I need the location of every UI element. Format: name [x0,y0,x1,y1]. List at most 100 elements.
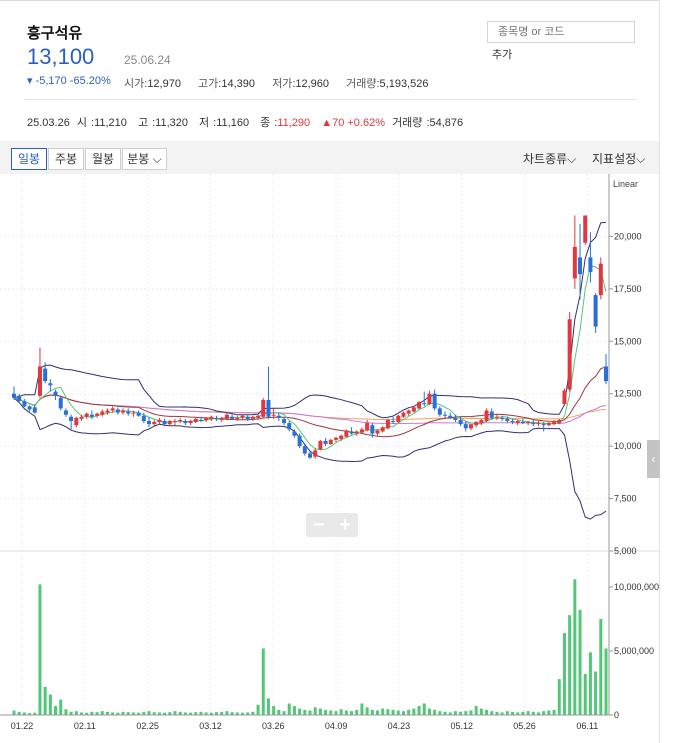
volume-bar [438,711,442,715]
volume-bar [479,708,483,715]
volume-bar [427,708,431,715]
candle-body [396,415,401,423]
candles [12,215,608,459]
ma20-line [13,366,607,438]
candle-body [505,418,510,421]
volume-bar [282,711,286,715]
candle-body [588,257,593,273]
x-tick-label: 04.23 [388,721,411,731]
volume-value: 5,193,526 [379,78,429,90]
volume-bar [308,710,312,715]
candle-body [536,423,541,425]
volume-bar [453,711,457,715]
daily-low-label: 저 [199,117,210,129]
candle-body [297,435,302,447]
candle-body [515,420,520,424]
candle-body [458,419,463,425]
candle-body [401,412,406,417]
candle-body [178,419,183,421]
candle-body [359,429,364,433]
volume-bar [386,709,390,715]
candle-body [572,246,577,279]
zoom-in-icon[interactable]: + [332,513,358,537]
price-change: ▾ -5,170 -65.20% [27,75,111,87]
candle-body [598,263,603,296]
candle-body [427,393,432,405]
candle-body [489,411,494,418]
candle-body [463,424,468,429]
side-panel-toggle-icon[interactable]: ‹ [647,440,660,478]
volume-bar [64,709,68,715]
volume-bar [547,710,551,715]
candle-body [557,419,562,424]
candle-body [494,416,499,418]
high-value: 14,390 [221,78,255,90]
volume-bar [542,711,546,715]
candle-body [339,435,344,439]
y-tick-label: 17,500 [614,284,642,294]
candle-body [443,414,448,416]
volume-bar [225,711,229,715]
candle-body [74,417,79,426]
candle-body [323,440,328,445]
stock-search-input[interactable] [487,21,635,43]
open-label: 시가 [124,78,145,90]
tab-weekly[interactable]: 주봉 [48,148,84,170]
candle-body [32,407,37,413]
daily-high-label: 고 [137,117,149,129]
volume-bar [604,648,608,715]
tab-minute[interactable]: 분봉 ⌵ [122,148,167,170]
candle-body [380,427,385,432]
volume-bar [365,707,369,715]
y-tick-label: 5,000 [614,546,637,556]
volume-bar [396,710,400,715]
volume-bar [339,709,343,715]
volume-bar [412,708,416,715]
candle-body [219,417,224,420]
candle-body [313,450,318,457]
volume-bar [298,708,302,715]
candle-body [167,420,172,425]
candle-body [354,431,359,434]
candle-body [468,424,473,429]
candle-body [17,395,22,402]
candle-body [604,366,608,382]
candle-body [349,431,354,434]
low-value: 12,960 [295,78,330,90]
candle-body [188,420,193,424]
candle-body [256,415,261,418]
zoom-control: − + [306,513,358,537]
high-label: 고가 [198,78,219,90]
tab-daily[interactable]: 일봉 [11,148,47,170]
add-button[interactable]: 추가 [492,46,512,62]
zoom-out-icon[interactable]: − [306,513,332,537]
indicator-settings-menu[interactable]: 지표설정⌵ [592,150,645,167]
chevron-down-icon: ⌵ [636,152,646,166]
y-tick-label: 15,000 [614,336,642,346]
candle-body [115,409,120,413]
volume-bar [485,709,489,715]
volume-bar [422,703,426,715]
candle-body [411,407,416,412]
tab-monthly[interactable]: 월봉 [85,148,121,170]
volume-bar [318,708,322,715]
candle-body [43,368,48,382]
volume-label: 거래량 [346,78,377,90]
volume-bar [324,709,328,715]
low-label: 저가 [272,78,293,90]
volume-tick-label: 0 [614,710,619,720]
daily-volume: 54,876 [429,117,464,129]
volume-tick-label: 10,000,000 [614,582,659,592]
candle-body [84,413,89,417]
candle-body [105,410,110,413]
candle-body [230,416,235,419]
candle-body [318,440,323,450]
candle-body [365,423,370,431]
price-chart[interactable]: 01.22 02.11 02.25 03.12 03.26 04.09 04.23 05.12… [0,174,659,743]
volume-bar [407,709,411,715]
candle-body [308,453,312,458]
volume-bar [350,711,354,715]
chart-type-menu[interactable]: 차트종류⌵ [523,150,576,167]
candle-body [126,411,131,414]
volume-bar [12,710,16,715]
